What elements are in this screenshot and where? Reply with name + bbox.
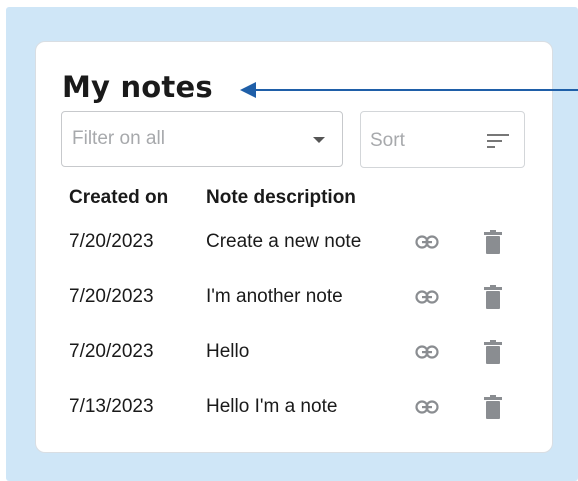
filter-dropdown[interactable]: Filter on all xyxy=(61,111,343,167)
annotation-arrow-icon xyxy=(240,82,578,98)
column-header-created-on[interactable]: Created on xyxy=(69,187,168,209)
page-title: My notes xyxy=(62,70,213,104)
trash-icon[interactable] xyxy=(484,230,502,254)
trash-icon[interactable] xyxy=(484,340,502,364)
row-description: Hello xyxy=(206,341,250,362)
row-description: Hello I'm a note xyxy=(206,396,338,417)
row-date: 7/20/2023 xyxy=(69,231,154,252)
link-icon[interactable] xyxy=(415,345,439,359)
link-icon[interactable] xyxy=(415,400,439,414)
trash-icon[interactable] xyxy=(484,395,502,419)
row-date: 7/20/2023 xyxy=(69,341,154,362)
link-icon[interactable] xyxy=(415,290,439,304)
sort-control[interactable]: Sort xyxy=(360,111,525,168)
row-description: Create a new note xyxy=(206,231,362,252)
row-description: I'm another note xyxy=(206,286,343,307)
row-date: 7/13/2023 xyxy=(69,396,154,417)
sort-placeholder: Sort xyxy=(370,130,405,151)
column-header-note-description[interactable]: Note description xyxy=(206,187,356,209)
chevron-down-icon xyxy=(313,137,325,143)
sort-lines-icon xyxy=(487,134,509,148)
row-date: 7/20/2023 xyxy=(69,286,154,307)
filter-placeholder: Filter on all xyxy=(72,128,165,149)
trash-icon[interactable] xyxy=(484,285,502,309)
link-icon[interactable] xyxy=(415,235,439,249)
